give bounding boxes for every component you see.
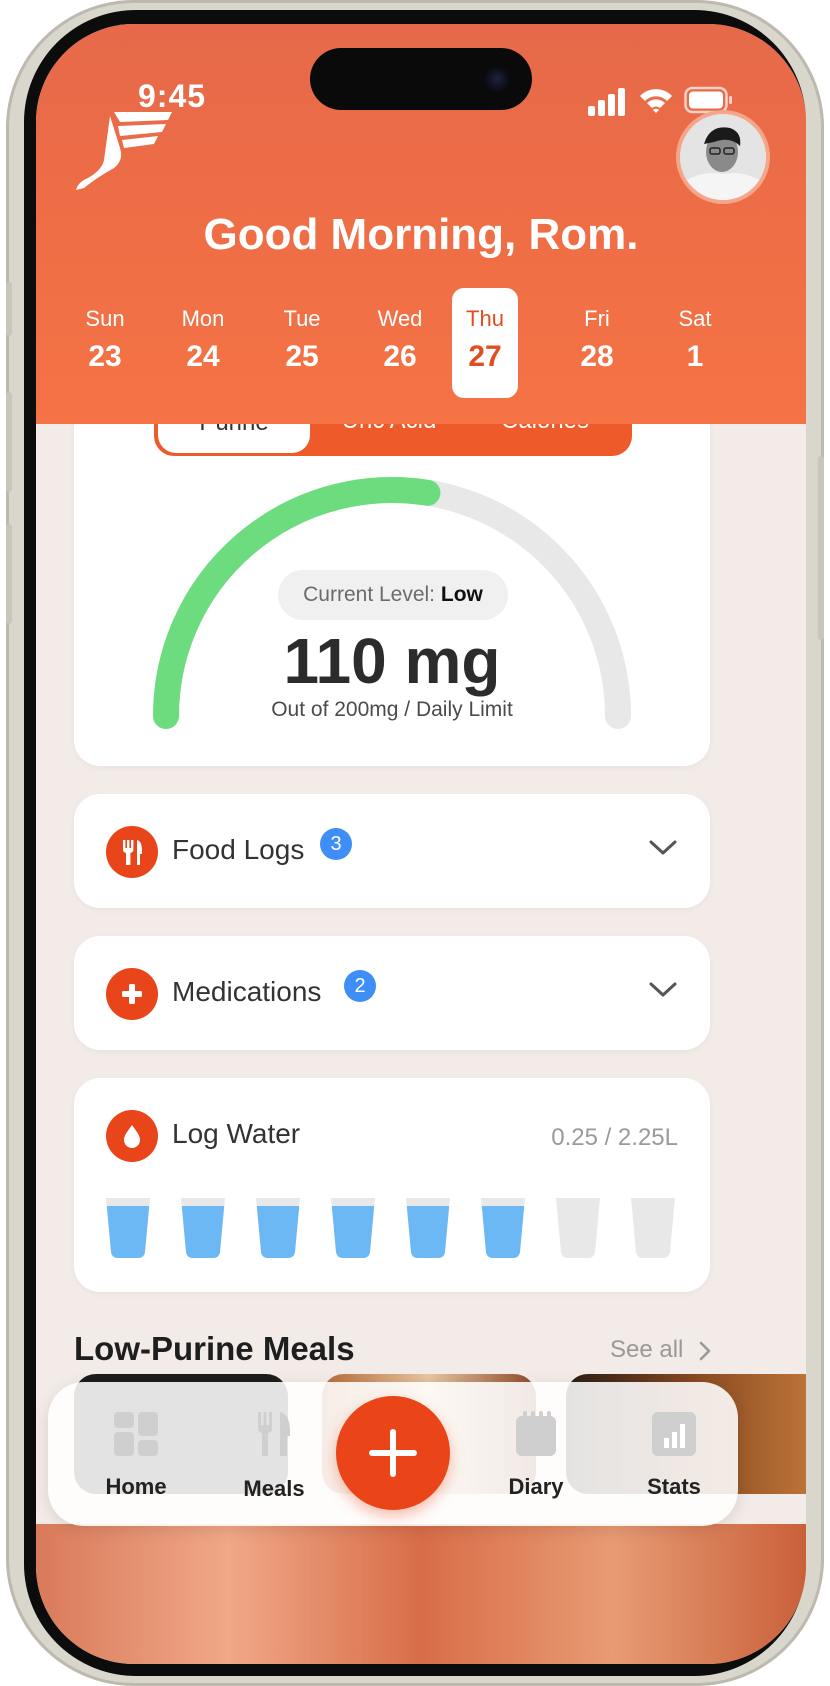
diary-notepad-icon — [516, 1411, 556, 1456]
water-cup-filled[interactable] — [179, 1196, 227, 1260]
plus-icon — [369, 1429, 417, 1477]
water-cup-filled[interactable] — [104, 1196, 152, 1260]
water-cup-filled[interactable] — [254, 1196, 302, 1260]
chevron-right-icon[interactable] — [698, 1340, 712, 1362]
screen-bezel: Purine Uric Acid Calories Current Level:… — [24, 10, 806, 1676]
tab-meals-label: Meals — [243, 1476, 305, 1501]
water-total: 0.25 / 2.25L — [551, 1124, 678, 1151]
low-purine-meals-title: Low-Purine Meals — [74, 1330, 355, 1367]
tab-diary[interactable]: Diary — [476, 1382, 596, 1526]
tab-stats-label: Stats — [647, 1474, 701, 1499]
tab-meals[interactable]: Meals — [214, 1382, 334, 1526]
user-photo-icon — [680, 114, 766, 200]
day-number: 1 — [686, 340, 704, 373]
chevron-down-icon[interactable] — [648, 838, 678, 858]
day-thu-selected[interactable]: Thu 27 — [452, 288, 518, 398]
day-name: Fri — [584, 306, 610, 331]
medications-label: Medications — [172, 976, 322, 1007]
day-tue[interactable]: Tue 25 — [267, 288, 337, 398]
day-name: Mon — [181, 306, 225, 331]
volume-down-button — [6, 524, 12, 624]
day-name: Wed — [377, 306, 423, 331]
fork-knife-icon — [106, 826, 158, 878]
current-level-value: Low — [440, 583, 483, 606]
medical-cross-icon — [106, 968, 158, 1020]
week-day-selector: Sun 23 Mon 24 Tue 25 Wed 26 Thu 27 Fri 2… — [36, 288, 806, 398]
avatar[interactable] — [676, 110, 770, 204]
winged-foot-logo-icon[interactable] — [74, 108, 174, 194]
phone-frame: Purine Uric Acid Calories Current Level:… — [6, 0, 824, 1686]
day-wed[interactable]: Wed 26 — [365, 288, 435, 398]
add-entry-button[interactable] — [336, 1396, 450, 1510]
medications-count-badge: 2 — [344, 970, 376, 1002]
cellular-signal-icon — [588, 88, 625, 116]
tab-home[interactable]: Home — [76, 1382, 196, 1526]
day-number: 24 — [186, 340, 220, 373]
daily-limit-text: Out of 200mg / Daily Limit — [271, 698, 513, 721]
header: 9:45 Good Morning, Rom. Sun 23 Mon 24 Tu… — [36, 24, 806, 424]
fork-knife-icon — [258, 1412, 290, 1456]
current-level-label: Current Level: — [303, 583, 436, 606]
stats-chart-icon — [652, 1412, 696, 1456]
water-cup-filled[interactable] — [404, 1196, 452, 1260]
food-logs-card[interactable]: Food Logs 3 — [74, 794, 710, 908]
water-cup-empty[interactable] — [554, 1196, 602, 1260]
tab-home-label: Home — [105, 1474, 167, 1499]
food-logs-count-badge: 3 — [320, 828, 352, 860]
day-name: Sun — [85, 306, 125, 331]
day-sun[interactable]: Sun 23 — [70, 288, 140, 398]
front-camera — [484, 66, 510, 92]
current-level-pill: Current Level: Low — [278, 570, 508, 620]
water-cup-filled[interactable] — [329, 1196, 377, 1260]
day-number: 28 — [580, 340, 614, 373]
chevron-down-icon[interactable] — [648, 980, 678, 1000]
day-number: 26 — [383, 340, 417, 373]
log-water-card: Log Water 0.25 / 2.25L — [74, 1078, 710, 1292]
home-grid-icon — [114, 1412, 158, 1456]
log-water-label: Log Water — [172, 1118, 301, 1149]
wifi-icon — [640, 89, 672, 113]
medications-card[interactable]: Medications 2 — [74, 936, 710, 1050]
food-logs-label: Food Logs — [172, 834, 305, 865]
water-drop-icon — [106, 1110, 158, 1162]
power-button — [818, 456, 824, 640]
water-cup-empty[interactable] — [629, 1196, 677, 1260]
day-number: 25 — [285, 340, 319, 373]
day-number: 27 — [468, 340, 502, 373]
tab-diary-label: Diary — [508, 1474, 564, 1499]
greeting-title: Good Morning, Rom. — [203, 210, 639, 259]
screen: Purine Uric Acid Calories Current Level:… — [36, 24, 806, 1664]
tab-stats[interactable]: Stats — [614, 1382, 734, 1526]
day-number: 23 — [88, 340, 122, 373]
day-name: Sat — [678, 306, 712, 331]
day-fri[interactable]: Fri 28 — [562, 288, 632, 398]
volume-up-button — [6, 392, 12, 492]
day-sat[interactable]: Sat 1 — [660, 288, 730, 398]
see-all-link[interactable]: See all — [610, 1336, 683, 1364]
water-cup-filled[interactable] — [479, 1196, 527, 1260]
purine-value: 110 mg — [283, 625, 501, 697]
action-button — [6, 282, 12, 336]
day-name: Tue — [283, 306, 321, 331]
day-name: Thu — [466, 306, 504, 331]
day-mon[interactable]: Mon 24 — [168, 288, 238, 398]
